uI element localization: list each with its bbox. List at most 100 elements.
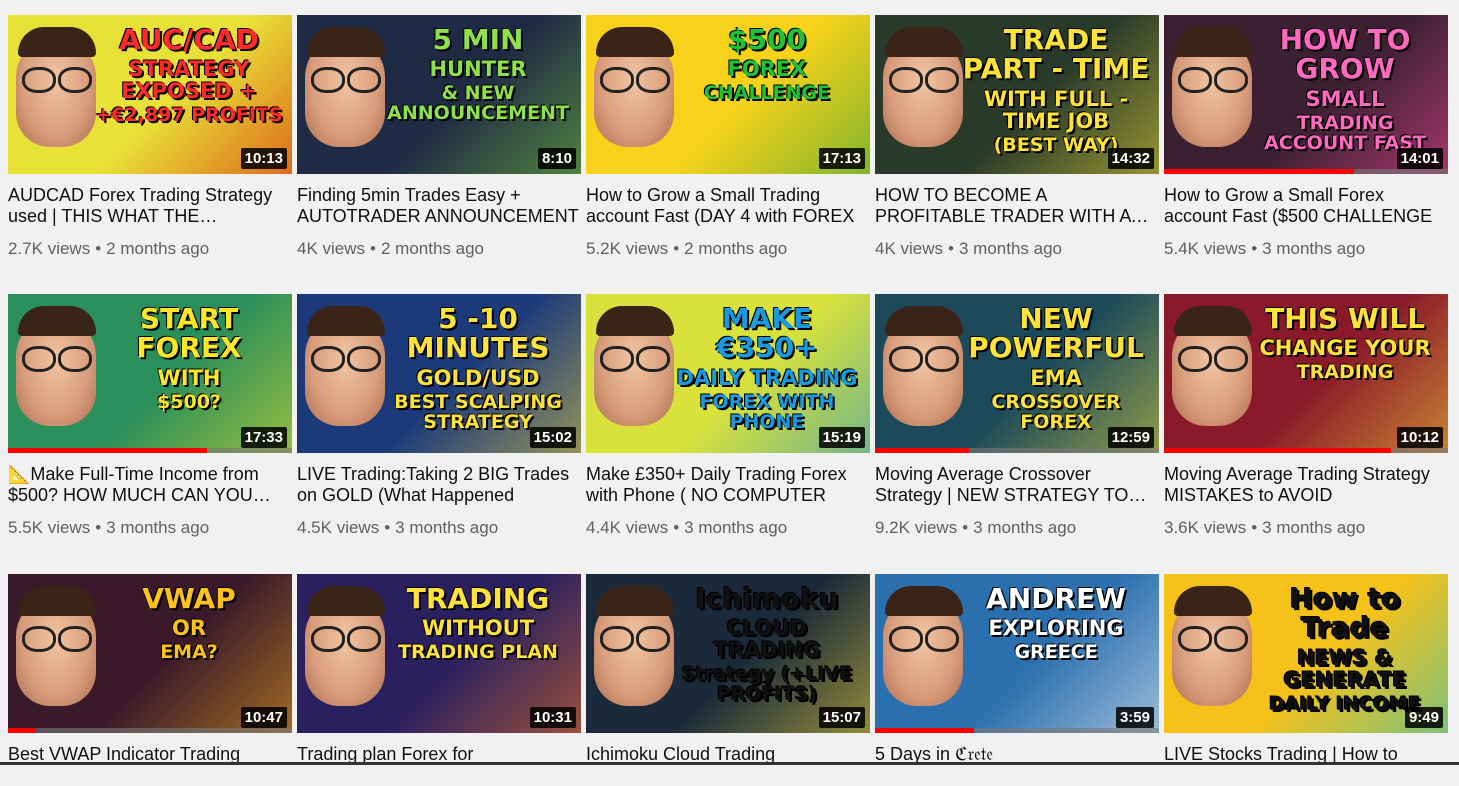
glasses-icon (600, 67, 670, 93)
video-title[interactable]: Finding 5min Trades Easy + AUTOTRADER AN… (297, 185, 581, 227)
video-card[interactable]: TRADE PART - TIME WITH FULL - TIME JOB (BE… (875, 15, 1159, 259)
video-title[interactable]: 5 Days in ℭ𝔯𝔢𝔱𝔢 (875, 744, 1159, 786)
thumbnail-text-line: EMA (1030, 365, 1082, 390)
video-thumbnail[interactable]: TRADING WITHOUT TRADING PLAN 10:31 (297, 574, 581, 733)
thumbnail-text-line: HOW TO GROW (1279, 23, 1411, 86)
thumbnail-text-line: START FOREX (136, 302, 242, 365)
video-thumbnail[interactable]: THIS WILL CHANGE YOUR TRADING 10:12 (1164, 294, 1448, 453)
video-thumbnail[interactable]: How to Trade NEWS & GENERATE DAILY INCOME 9… (1164, 574, 1448, 733)
thumbnail-text-line: EXPLORING (988, 616, 1124, 641)
video-card[interactable]: MAKE €350+ DAILY TRADING FOREX WITH PHONE 1… (586, 294, 870, 538)
presenter-hair (307, 586, 385, 616)
thumbnail-text-line: WITH FULL - TIME JOB (983, 86, 1129, 133)
thumbnail-text-line: TRADING (1296, 361, 1394, 384)
video-title[interactable]: Ichimoku Cloud Trading (586, 744, 870, 786)
glasses-icon (311, 626, 381, 652)
video-thumbnail[interactable]: TRADE PART - TIME WITH FULL - TIME JOB (BE… (875, 15, 1159, 174)
video-title[interactable]: Moving Average Crossover Strategy | NEW … (875, 464, 1159, 506)
video-thumbnail[interactable]: 5 MIN HUNTER & NEW ANNOUNCEMENT 8:10 (297, 15, 581, 174)
presenter-hair (1174, 306, 1252, 336)
upload-age: 2 months ago (684, 239, 788, 258)
video-thumbnail[interactable]: HOW TO GROW SMALL TRADING ACCOUNT FAST 14:0… (1164, 15, 1448, 174)
thumbnail-headline: AUC/CAD STRATEGY EXPOSED + +€2,897 PROFITS (94, 25, 284, 126)
video-thumbnail[interactable]: MAKE €350+ DAILY TRADING FOREX WITH PHONE 1… (586, 294, 870, 453)
upload-age: 3 months ago (684, 518, 788, 537)
video-thumbnail[interactable]: 5 -10 MINUTES GOLD/USD BEST SCALPING STRAT… (297, 294, 581, 453)
video-thumbnail[interactable]: $500 FOREX CHALLENGE 17:13 (586, 15, 870, 174)
view-count: 5.5K views (8, 518, 91, 537)
thumbnail-text-line: TRADING PLAN (398, 641, 558, 664)
upload-age: 3 months ago (1262, 518, 1366, 537)
video-title[interactable]: 📐Make Full-Time Income from $500? HOW MU… (8, 464, 292, 506)
video-thumbnail[interactable]: Ichimoku CLOUD TRADING Strategy (+LIVE PRO… (586, 574, 870, 733)
duration-badge: 15:07 (818, 707, 865, 728)
thumbnail-text-line: +€2,897 PROFITS (95, 104, 283, 127)
video-card[interactable]: HOW TO GROW SMALL TRADING ACCOUNT FAST 14:0… (1164, 15, 1448, 259)
video-title[interactable]: How to Grow a Small Trading account Fast… (586, 185, 870, 227)
thumbnail-text-line: WITH (157, 365, 221, 390)
glasses-icon (1178, 346, 1248, 372)
separator-dot: • (962, 518, 969, 537)
video-thumbnail[interactable]: NEW POWERFUL EMA CROSSOVER FOREX 12:59 (875, 294, 1159, 453)
video-title[interactable]: Make £350+ Daily Trading Forex with Phon… (586, 464, 870, 506)
video-title[interactable]: How to Grow a Small Forex account Fast (… (1164, 185, 1448, 227)
upload-age: 3 months ago (958, 239, 1062, 258)
separator-dot: • (673, 518, 680, 537)
glasses-icon (311, 346, 381, 372)
thumbnail-text-line: SMALL (1305, 86, 1385, 111)
video-title[interactable]: Moving Average Trading Strategy MISTAKES… (1164, 464, 1448, 506)
video-thumbnail[interactable]: AUC/CAD STRATEGY EXPOSED + +€2,897 PROFITS… (8, 15, 292, 174)
watch-progress-bar (8, 728, 37, 733)
video-card[interactable]: 5 -10 MINUTES GOLD/USD BEST SCALPING STRAT… (297, 294, 581, 538)
video-metadata: 5.5K views • 3 months ago (8, 518, 292, 538)
glasses-icon (1178, 626, 1248, 652)
duration-badge: 15:19 (818, 427, 865, 448)
video-card[interactable]: TRADING WITHOUT TRADING PLAN 10:31 Trading p… (297, 574, 581, 786)
thumbnail-text-line: CLOUD TRADING (713, 616, 821, 663)
thumbnail-text-line: HUNTER (429, 57, 527, 82)
separator-dot: • (95, 518, 102, 537)
video-thumbnail[interactable]: ANDREW EXPLORING GREECE 3:59 (875, 574, 1159, 733)
upload-age: 3 months ago (973, 518, 1077, 537)
video-title[interactable]: Trading plan Forex for (297, 744, 581, 786)
presenter-hair (1174, 27, 1252, 57)
glasses-icon (1178, 67, 1248, 93)
video-card[interactable]: START FOREX WITH $500? 17:33 📐Make Full-Time… (8, 294, 292, 538)
video-metadata: 5.2K views • 2 months ago (586, 239, 870, 259)
thumbnail-text-line: CHANGE YOUR (1259, 336, 1431, 361)
video-thumbnail[interactable]: VWAP OR EMA? 10:47 (8, 574, 292, 733)
thumbnail-headline: HOW TO GROW SMALL TRADING ACCOUNT FAST (1250, 25, 1440, 154)
video-title[interactable]: LIVE Stocks Trading | How to (1164, 744, 1448, 786)
thumbnail-text-line: WITHOUT (421, 616, 535, 641)
duration-badge: 17:13 (818, 148, 865, 169)
video-card[interactable]: VWAP OR EMA? 10:47 Best VWAP Indicator Tradi… (8, 574, 292, 786)
video-card[interactable]: NEW POWERFUL EMA CROSSOVER FOREX 12:59 Movin… (875, 294, 1159, 538)
video-card[interactable]: $500 FOREX CHALLENGE 17:13 How to Grow a Sma… (586, 15, 870, 259)
video-card[interactable]: 5 MIN HUNTER & NEW ANNOUNCEMENT 8:10 Finding… (297, 15, 581, 259)
video-card[interactable]: Ichimoku CLOUD TRADING Strategy (+LIVE PRO… (586, 574, 870, 786)
video-card[interactable]: How to Trade NEWS & GENERATE DAILY INCOME 9… (1164, 574, 1448, 786)
video-metadata: 9.2K views • 3 months ago (875, 518, 1159, 538)
video-card[interactable]: AUC/CAD STRATEGY EXPOSED + +€2,897 PROFITS… (8, 15, 292, 259)
video-title[interactable]: LIVE Trading:Taking 2 BIG Trades on GOLD… (297, 464, 581, 506)
video-title[interactable]: AUDCAD Forex Trading Strategy used | THI… (8, 185, 292, 227)
thumbnail-text-line: OR (171, 616, 207, 641)
video-title[interactable]: HOW TO BECOME A PROFITABLE TRADER WITH A… (875, 185, 1159, 227)
thumbnail-headline: TRADING WITHOUT TRADING PLAN (383, 584, 573, 663)
duration-badge: 3:59 (1115, 707, 1154, 728)
glasses-icon (600, 346, 670, 372)
video-card[interactable]: ANDREW EXPLORING GREECE 3:59 5 Days in ℭ𝔯𝔢𝔱𝔢 (875, 574, 1159, 786)
thumbnail-text-line: $500? (157, 390, 221, 413)
video-thumbnail[interactable]: START FOREX WITH $500? 17:33 (8, 294, 292, 453)
thumbnail-text-line: FOREX (727, 57, 807, 82)
view-count: 4K views (875, 239, 944, 258)
thumbnail-text-line: AUC/CAD (119, 23, 259, 56)
thumbnail-headline: MAKE €350+ DAILY TRADING FOREX WITH PHONE (672, 304, 862, 433)
video-card[interactable]: THIS WILL CHANGE YOUR TRADING 10:12 Moving A… (1164, 294, 1448, 538)
thumbnail-headline: VWAP OR EMA? (94, 584, 284, 663)
presenter-hair (307, 306, 385, 336)
view-count: 5.4K views (1164, 239, 1247, 258)
watch-progress-bar (1164, 448, 1392, 453)
view-count: 4K views (297, 239, 366, 258)
video-title[interactable]: Best VWAP Indicator Trading (8, 744, 292, 786)
